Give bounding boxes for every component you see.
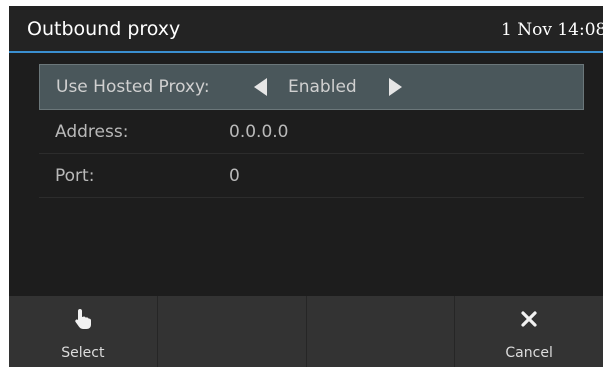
setting-label: Port: (55, 166, 95, 186)
select-label: Select (61, 345, 105, 361)
setting-value: Enabled (288, 77, 357, 97)
settings-list: Use Hosted Proxy: Enabled Address: 0.0.0… (39, 64, 584, 198)
setting-row-port[interactable]: Port: 0 (39, 154, 584, 198)
hand-pointer-icon (9, 308, 157, 330)
date-time: 1 Nov 14:08 (501, 20, 603, 40)
phone-screen: Outbound proxy 1 Nov 14:08 Use Hosted Pr… (0, 0, 603, 367)
header-bar: Outbound proxy 1 Nov 14:08 (9, 6, 603, 53)
softkey-bar: Select Cancel (9, 296, 603, 367)
setting-row-use-hosted-proxy[interactable]: Use Hosted Proxy: Enabled (39, 64, 584, 110)
setting-row-address[interactable]: Address: 0.0.0.0 (39, 110, 584, 154)
setting-value: 0 (229, 166, 240, 186)
setting-label: Address: (55, 122, 129, 142)
close-icon (455, 308, 603, 330)
setting-value: 0.0.0.0 (229, 122, 289, 142)
page-title: Outbound proxy (27, 18, 181, 40)
setting-label: Use Hosted Proxy: (56, 77, 210, 97)
select-softkey[interactable]: Select (9, 296, 158, 367)
arrow-left-icon[interactable] (254, 78, 267, 96)
cancel-label: Cancel (505, 345, 553, 361)
empty-softkey-2[interactable] (158, 296, 307, 367)
device-display: Outbound proxy 1 Nov 14:08 Use Hosted Pr… (9, 6, 603, 367)
arrow-right-icon[interactable] (389, 78, 402, 96)
cancel-softkey[interactable]: Cancel (455, 296, 603, 367)
empty-softkey-3[interactable] (307, 296, 456, 367)
